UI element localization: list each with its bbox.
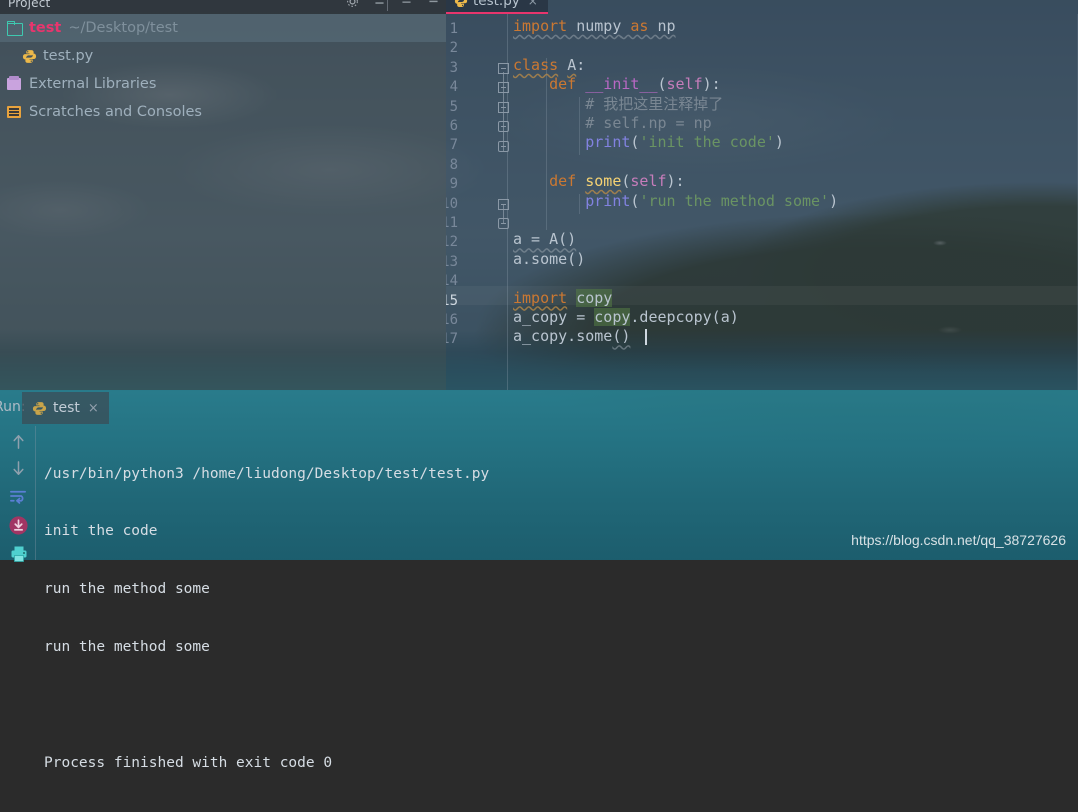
code-line-12: a = A() [513,230,576,249]
code-line-5: # 我把这里注释掉了 [513,95,723,114]
line-number: 1 [446,20,458,39]
editor-gutter[interactable]: 1 2 3 4 5 6 7 8 9 10 11 12 13 14 15 16 1… [446,14,508,390]
python-file-icon [454,0,468,8]
soft-wrap-icon[interactable] [9,487,28,506]
project-tool-window: Project test ~/Desktop/test [0,0,446,390]
scratch-icon [6,104,24,120]
source-code[interactable]: import numpy as np class A: def __init__… [513,14,567,390]
code-line-17: a_copy.some() [513,327,630,346]
code-area[interactable]: 1 2 3 4 5 6 7 8 9 10 11 12 13 14 15 16 1… [446,14,1078,390]
collapse-icon[interactable] [400,0,413,8]
python-file-icon [20,48,38,64]
line-number: 6 [446,117,458,136]
code-line-15: import copy [513,289,612,308]
console-line: run the method some [44,580,489,599]
console-line: run the method some [44,638,489,657]
project-header-icon-group [346,0,440,8]
code-line-16: a_copy = copy.deepcopy(a) [513,308,739,327]
folder-icon [6,20,24,36]
line-number: 4 [446,78,458,97]
line-number: 13 [446,253,458,272]
line-number: 7 [446,136,458,155]
project-panel-title: Project [8,0,50,10]
line-number: 2 [446,39,458,58]
console-line: /usr/bin/python3 /home/liudong/Desktop/t… [44,465,489,484]
line-number: 8 [446,156,458,175]
sidebar-item-scratches-and-consoles[interactable]: Scratches and Consoles [0,98,446,126]
line-number: 17 [446,330,458,349]
sidebar-item-test-py[interactable]: test.py [0,42,446,70]
watermark-url: https://blog.csdn.net/qq_38727626 [851,532,1066,548]
down-arrow-icon[interactable] [9,459,28,478]
project-panel-header: Project [0,0,446,14]
line-number: 14 [446,272,458,291]
up-arrow-icon[interactable] [9,432,28,451]
code-editor: test.py × 1 2 3 4 5 6 7 8 9 10 11 12 13 … [446,0,1078,390]
run-tab-bar: Run: test × [0,390,1078,426]
code-line-3: class A: [513,56,585,75]
code-line-13: a.some() [513,250,585,269]
close-icon[interactable]: × [88,401,99,416]
editor-tab-bar: test.py × [446,0,1078,14]
library-icon [6,76,24,92]
settings-gear-icon[interactable] [346,0,359,8]
console-line: init the code [44,522,489,541]
line-number: 5 [446,98,458,117]
sidebar-item-external-libraries[interactable]: External Libraries [0,70,446,98]
toolbar-divider [35,426,36,560]
code-line-6: # self.np = np [513,114,712,133]
code-line-7: print('init the code') [513,133,784,152]
file-name-test-py: test.py [43,48,93,64]
code-line-1: import numpy as np [513,17,676,36]
console-line-blank [44,696,489,715]
line-number: 16 [446,311,458,330]
text-caret [645,329,647,345]
run-tool-window: Run: test × [0,390,1078,560]
close-icon[interactable]: × [528,0,538,8]
line-number: 3 [446,59,458,78]
print-icon[interactable] [9,544,29,564]
line-number: 12 [446,233,458,252]
code-line-4: def __init__(self): [513,75,721,94]
console-line-exit-status: Process finished with exit code 0 [44,754,489,773]
code-line-9: def some(self): [513,172,685,191]
run-tab-test[interactable]: test × [22,392,109,424]
run-tab-label: test [53,400,80,416]
line-number: 10 [446,195,458,214]
python-file-icon [32,401,47,416]
project-root-name: test [29,20,61,36]
line-number: 9 [446,175,458,194]
tab-label: test.py [473,0,520,9]
tab-test-py[interactable]: test.py × [446,0,548,14]
line-number: 11 [446,214,458,233]
scroll-to-end-icon[interactable] [8,515,29,536]
project-root-path: ~/Desktop/test [68,20,178,36]
line-number-current: 15 [446,292,458,311]
external-libraries-label: External Libraries [29,76,156,92]
console-output[interactable]: /usr/bin/python3 /home/liudong/Desktop/t… [44,426,489,812]
run-toolbar [0,426,36,560]
minimize-icon[interactable] [373,0,386,8]
gutter-divider [507,14,508,390]
sidebar-item-test-root[interactable]: test ~/Desktop/test [0,14,446,42]
scratches-label: Scratches and Consoles [29,104,202,120]
hide-icon[interactable] [427,0,440,8]
code-line-10: print('run the method some') [513,192,838,211]
